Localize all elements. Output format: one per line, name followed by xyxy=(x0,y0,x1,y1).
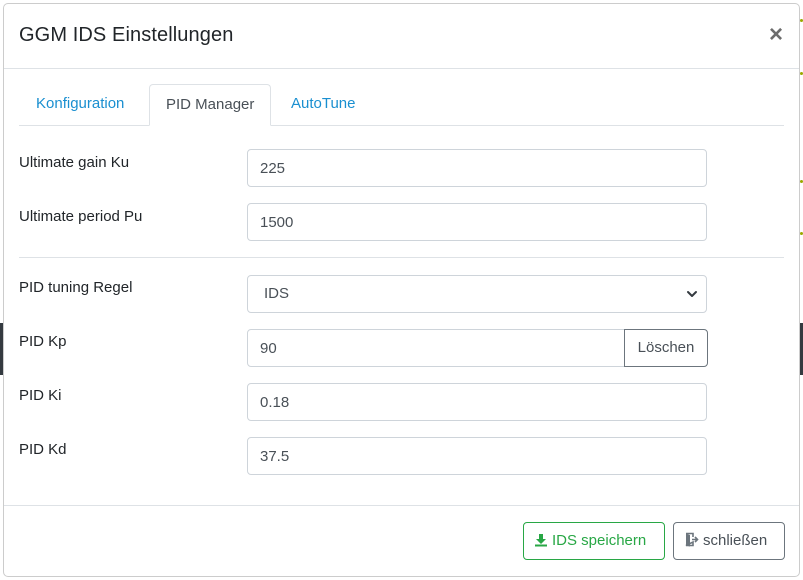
modal-title: GGM IDS Einstellungen xyxy=(19,24,234,46)
tab-bar: Konfiguration PID Manager AutoTune xyxy=(19,84,784,126)
section-divider xyxy=(19,257,784,258)
kd-input[interactable] xyxy=(247,437,707,475)
modal-header: GGM IDS Einstellungen × xyxy=(4,4,799,69)
tab-pid-manager[interactable]: PID Manager xyxy=(149,84,272,126)
ultimate-gain-label: Ultimate gain Ku xyxy=(19,154,130,171)
tab-autotune[interactable]: AutoTune xyxy=(275,84,372,124)
tuning-rule-select[interactable]: IDS xyxy=(247,275,707,313)
modal-footer: IDS speichern schließen xyxy=(4,505,799,576)
ultimate-period-input[interactable] xyxy=(247,203,707,241)
sign-out-icon xyxy=(685,532,699,547)
clear-kp-button[interactable]: Löschen xyxy=(624,329,708,367)
tuning-rule-selected: IDS xyxy=(264,285,290,302)
kd-label: PID Kd xyxy=(19,441,67,458)
close-label: schließen xyxy=(703,532,768,549)
close-icon[interactable]: × xyxy=(769,23,783,47)
ultimate-period-label: Ultimate period Pu xyxy=(19,208,143,225)
chevron-down-icon xyxy=(687,291,697,297)
kp-label: PID Kp xyxy=(19,333,67,350)
download-icon xyxy=(535,534,547,547)
tuning-rule-label: PID tuning Regel xyxy=(19,279,133,296)
save-ids-label: IDS speichern xyxy=(552,532,647,549)
ki-label: PID Ki xyxy=(19,387,62,404)
kp-input[interactable] xyxy=(247,329,625,367)
ki-input[interactable] xyxy=(247,383,707,421)
settings-modal: GGM IDS Einstellungen × Konfiguration PI… xyxy=(3,3,800,577)
tab-konfiguration[interactable]: Konfiguration xyxy=(20,84,140,124)
save-ids-button[interactable]: IDS speichern xyxy=(523,522,665,560)
close-button[interactable]: schließen xyxy=(673,522,785,560)
ultimate-gain-input[interactable] xyxy=(247,149,707,187)
